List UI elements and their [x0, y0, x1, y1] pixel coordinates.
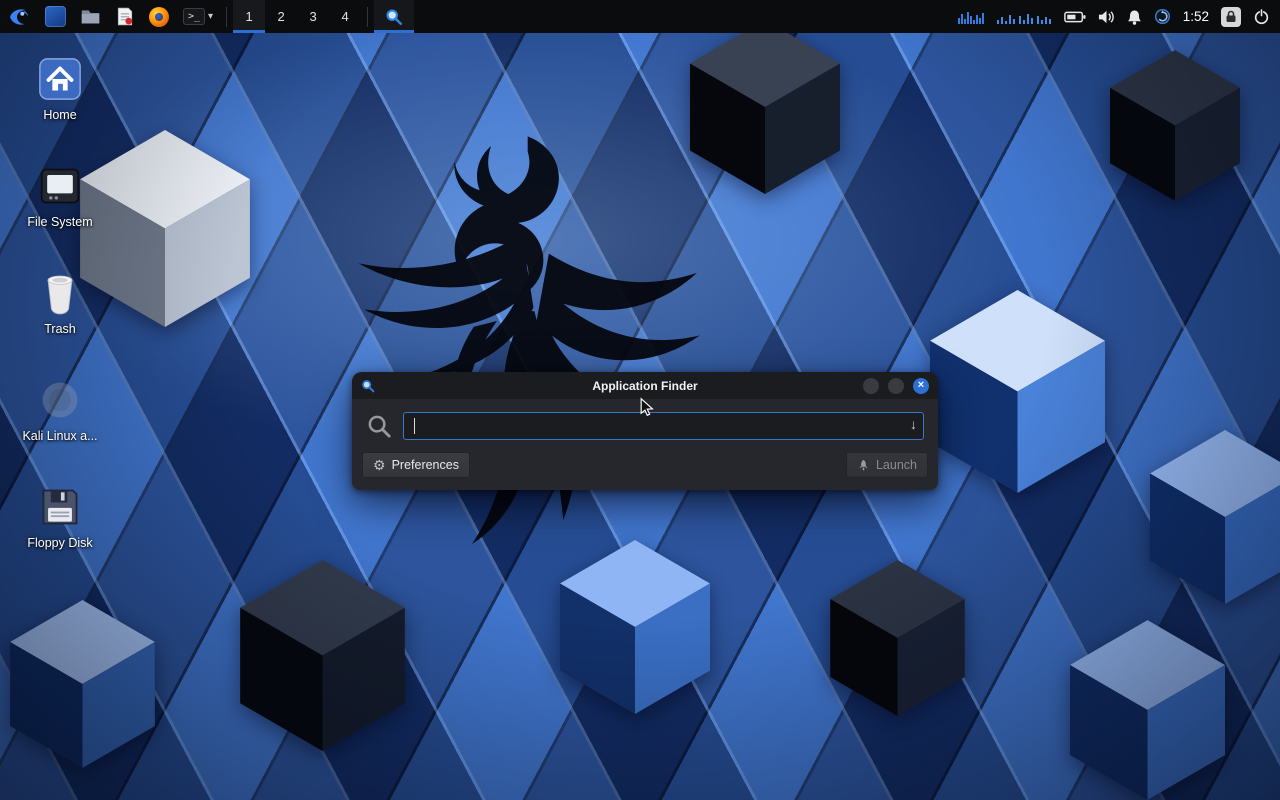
kali-menu-button[interactable] [0, 0, 38, 33]
window-title: Application Finder [352, 379, 938, 393]
panel-separator [367, 7, 368, 27]
desktop-icon-column: Home File System Trash Kali Linux a... F… [20, 55, 100, 564]
panel-right: 1:52 [958, 0, 1280, 33]
desktop-icon-label: Floppy Disk [27, 536, 92, 550]
terminal-icon: >_ [183, 8, 205, 25]
desktop-icon-floppy-disk[interactable]: Floppy Disk [20, 483, 100, 564]
notifications-bell-icon[interactable] [1127, 9, 1142, 25]
updates-icon[interactable] [1154, 8, 1171, 25]
firefox-launcher[interactable] [142, 0, 176, 33]
desktop: Home File System Trash Kali Linux a... F… [0, 0, 1280, 800]
floppy-disk-icon [36, 483, 84, 531]
close-button[interactable]: × [913, 378, 929, 394]
desktop-icon-file-system[interactable]: File System [20, 162, 100, 243]
system-monitor-graph-icon[interactable] [958, 10, 984, 24]
application-finder-window: Application Finder × ↓ ⚙ Preferences La [352, 372, 938, 490]
chevron-down-icon: ▾ [208, 11, 213, 22]
minimize-button[interactable] [863, 378, 879, 394]
workspace-4[interactable]: 4 [329, 0, 361, 33]
preferences-button[interactable]: ⚙ Preferences [362, 452, 470, 478]
workspace-1[interactable]: 1 [233, 0, 265, 33]
desktop-icon-home[interactable]: Home [20, 55, 100, 136]
folder-icon [80, 6, 101, 27]
desktop-icon-trash[interactable]: Trash [20, 269, 100, 350]
lock-icon [1225, 10, 1237, 23]
desktop-icon-label: Kali Linux a... [22, 429, 97, 443]
desktop-icon-kali-linux[interactable]: Kali Linux a... [20, 376, 100, 457]
power-icon[interactable] [1253, 8, 1270, 25]
desktop-icon-label: File System [27, 215, 92, 229]
network-monitor-graph-icon[interactable] [996, 10, 1052, 24]
titlebar[interactable]: Application Finder × [352, 372, 938, 399]
launch-label: Launch [876, 458, 917, 472]
text-caret [414, 418, 415, 434]
launch-rocket-icon [857, 459, 870, 472]
app-finder-task-icon [385, 8, 403, 26]
panel-left: >_ ▾ 1 2 3 4 [0, 0, 414, 33]
volume-icon[interactable] [1098, 9, 1115, 25]
workspace-3[interactable]: 3 [297, 0, 329, 33]
screen-lock-button[interactable] [1221, 7, 1241, 27]
trash-icon [36, 269, 84, 317]
kali-docs-icon [36, 376, 84, 424]
maximize-button[interactable] [888, 378, 904, 394]
home-icon [36, 55, 84, 103]
search-input[interactable] [403, 412, 924, 440]
text-editor-launcher[interactable] [108, 0, 142, 33]
search-icon [366, 413, 393, 440]
kali-logo-icon [7, 5, 31, 29]
file-manager-launcher[interactable] [73, 0, 108, 33]
window-controls: × [863, 378, 929, 394]
panel-clock[interactable]: 1:52 [1183, 9, 1209, 24]
desktop-icon-label: Trash [44, 322, 76, 336]
desktop-icon-label: Home [43, 108, 76, 122]
search-field: ↓ [403, 412, 924, 440]
gear-icon: ⚙ [373, 458, 386, 472]
preferences-label: Preferences [392, 458, 459, 472]
file-system-icon [36, 162, 84, 210]
document-icon [115, 6, 135, 27]
taskbar-app-finder-button[interactable] [374, 0, 414, 33]
workspace-2[interactable]: 2 [265, 0, 297, 33]
workspace-switcher: 1 2 3 4 [233, 0, 361, 33]
whisker-menu-button[interactable] [38, 0, 73, 33]
terminal-launcher[interactable]: >_ ▾ [176, 0, 220, 33]
top-panel: >_ ▾ 1 2 3 4 1:52 [0, 0, 1280, 33]
battery-icon[interactable] [1064, 10, 1086, 24]
launch-button[interactable]: Launch [846, 452, 928, 478]
panel-separator [226, 7, 227, 27]
whisker-menu-icon [45, 6, 66, 27]
firefox-icon [149, 7, 169, 27]
